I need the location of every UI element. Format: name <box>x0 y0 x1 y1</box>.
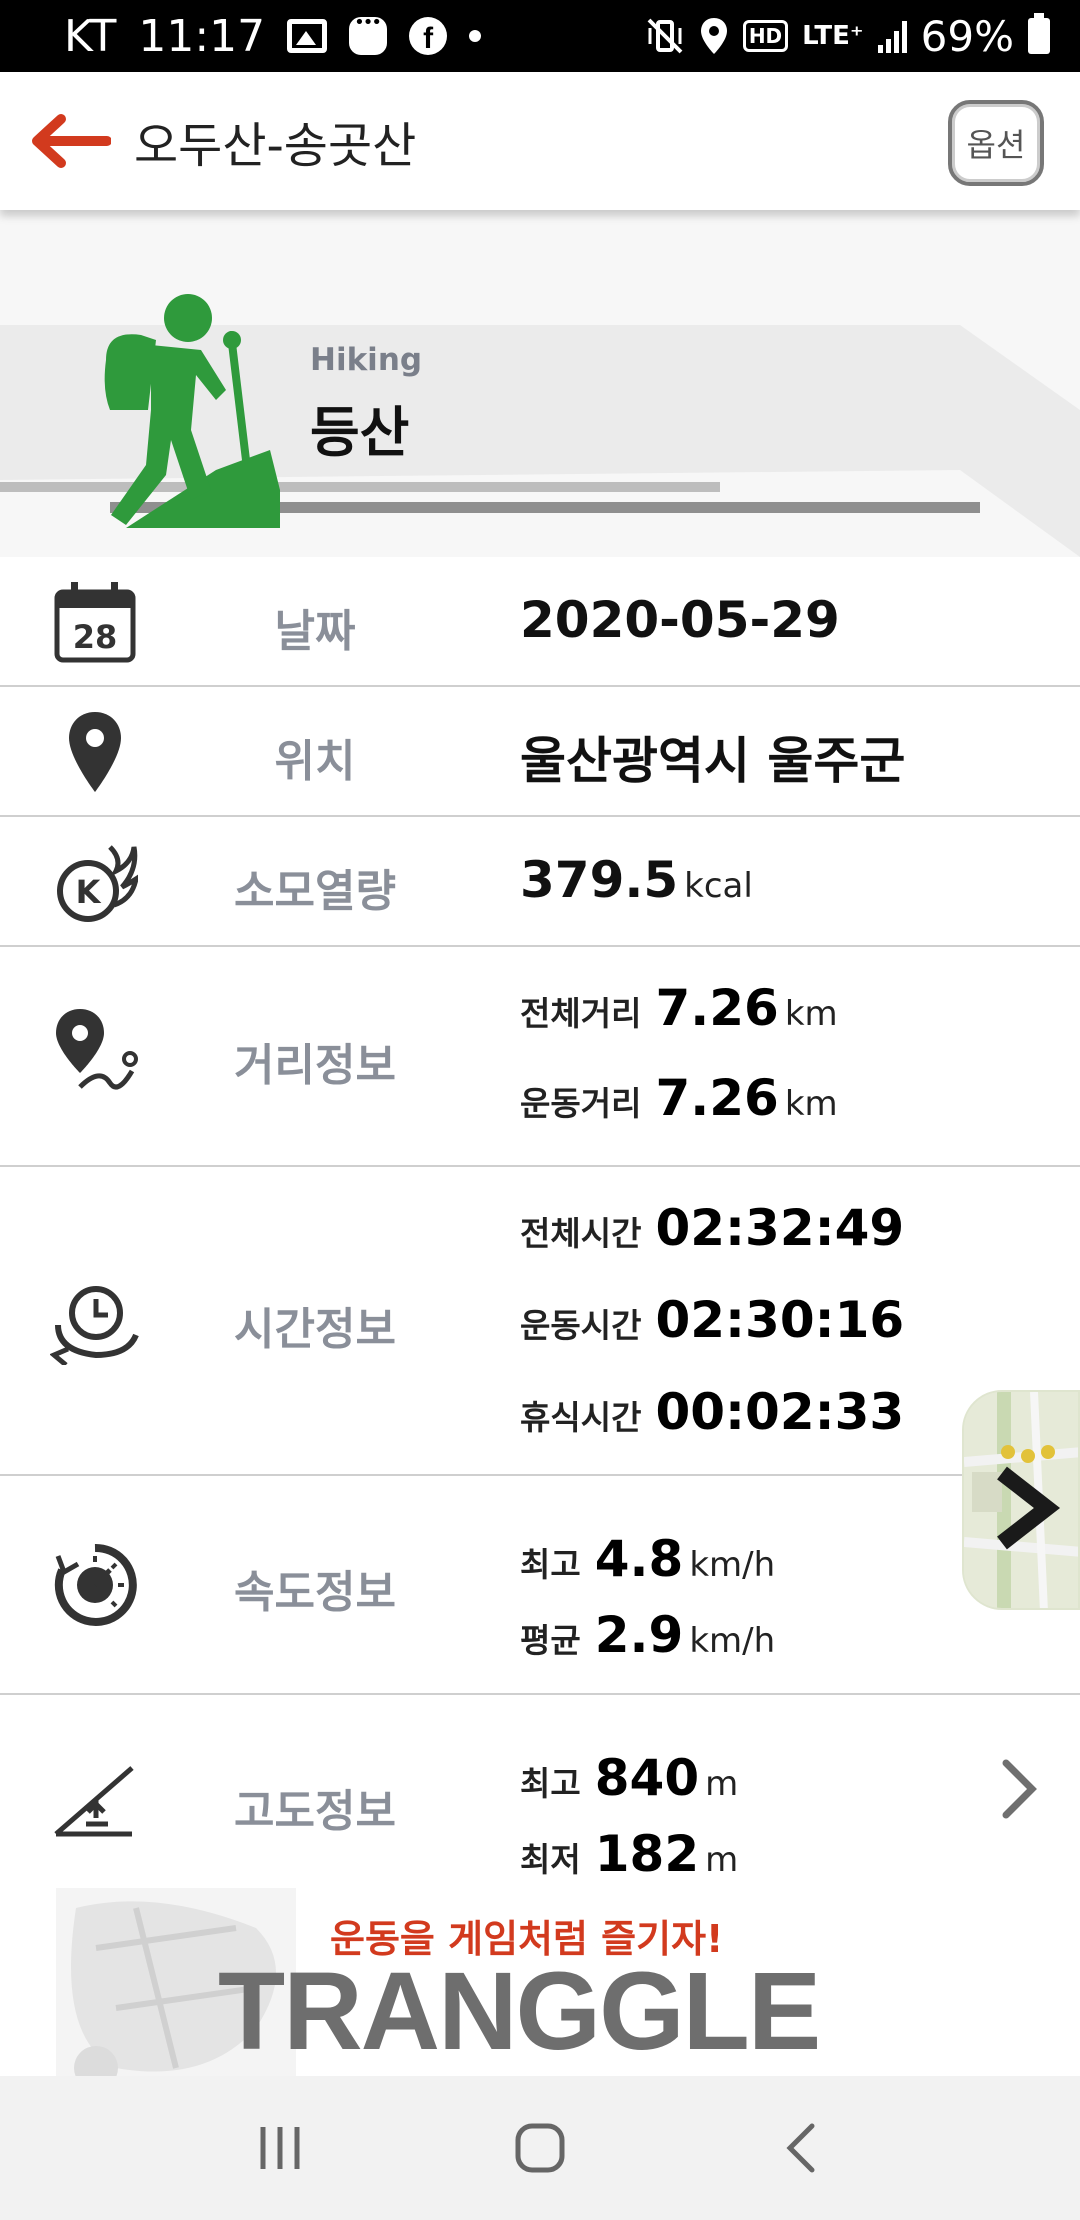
page-title: 오두산-송곳산 <box>134 118 417 174</box>
altitude-icon <box>50 1757 140 1847</box>
activity-type-english: Hiking <box>310 342 423 378</box>
calories-value: 379.5 <box>520 851 679 909</box>
calendar-day-text: 28 <box>73 618 118 656</box>
calories-value-group: 379.5 kcal <box>520 851 753 909</box>
moving-distance-unit: km <box>784 1084 838 1124</box>
max-speed-value: 4.8 <box>594 1530 684 1588</box>
status-left: KT 11:17 f <box>64 10 482 62</box>
min-altitude-line: 최저 182 m <box>520 1825 738 1883</box>
gallery-notification-icon <box>287 19 328 53</box>
status-right: HD LTE⁺ 69% <box>645 12 1050 61</box>
max-speed-label: 최고 <box>520 1545 581 1584</box>
speed-label: 속도정보 <box>234 1567 396 1618</box>
recent-apps-icon <box>260 2127 300 2169</box>
total-distance-value: 7.26 <box>655 979 779 1037</box>
banner-brand-logo: TRANGGLE <box>218 1950 821 2073</box>
calories-unit: kcal <box>684 866 753 906</box>
total-time-label: 전체시간 <box>520 1214 642 1253</box>
min-altitude-value: 182 <box>594 1825 700 1883</box>
info-row-time: 시간정보 전체시간 02:32:49 운동시간 02:30:16 휴식시간 00:02… <box>0 1167 1080 1476</box>
screen: KT 11:17 f HD LTE⁺ 69% 오두산-송곳산 옵션 <box>0 0 1080 2220</box>
chevron-right-icon[interactable] <box>1000 1757 1040 1836</box>
max-speed-line: 최고 4.8 km/h <box>520 1530 775 1588</box>
moving-time-label: 운동시간 <box>520 1306 642 1345</box>
app-header: 오두산-송곳산 옵션 <box>0 72 1080 210</box>
max-altitude-unit: m <box>705 1764 739 1804</box>
moving-time-line: 운동시간 02:30:16 <box>520 1291 904 1349</box>
total-distance-label: 전체거리 <box>520 994 642 1033</box>
total-distance-unit: km <box>784 994 838 1034</box>
info-row-location: 위치 울산광역시 울주군 <box>0 687 1080 817</box>
hd-voice-icon: HD <box>742 20 789 52</box>
options-button[interactable]: 옵션 <box>948 100 1044 186</box>
total-time-line: 전체시간 02:32:49 <box>520 1199 904 1257</box>
battery-percent-text: 69% <box>920 11 1014 61</box>
info-row-distance: 거리정보 전체거리 7.26 km 운동거리 7.26 km <box>0 947 1080 1167</box>
activity-hero: Hiking 등산 <box>0 210 1080 557</box>
rest-time-label: 휴식시간 <box>520 1398 642 1437</box>
location-label: 위치 <box>274 736 356 787</box>
map-expand-arrow-icon[interactable] <box>992 1460 1062 1577</box>
clock-text: 11:17 <box>138 10 266 62</box>
facebook-notification-icon: f <box>409 17 448 55</box>
info-row-speed[interactable]: 속도정보 최고 4.8 km/h 평균 2.9 km/h <box>0 1476 1080 1695</box>
location-pin-icon <box>50 707 140 797</box>
max-altitude-label: 최고 <box>520 1764 581 1803</box>
info-row-date: 28 날짜 2020-05-29 <box>0 557 1080 687</box>
total-distance-line: 전체거리 7.26 km <box>520 979 838 1037</box>
route-pin-icon <box>50 1007 140 1097</box>
carrier-text: KT <box>64 10 117 62</box>
max-altitude-value: 840 <box>594 1749 700 1807</box>
total-time-value: 02:32:49 <box>655 1199 905 1257</box>
rest-time-value: 00:02:33 <box>655 1383 905 1441</box>
back-button[interactable] <box>14 72 124 210</box>
moving-distance-label: 운동거리 <box>520 1084 642 1123</box>
max-speed-unit: km/h <box>689 1545 776 1585</box>
moving-time-value: 02:30:16 <box>655 1291 905 1349</box>
battery-icon <box>1028 13 1050 54</box>
moving-distance-value: 7.26 <box>655 1069 779 1127</box>
signal-strength-icon <box>877 19 907 53</box>
max-altitude-line: 최고 840 m <box>520 1749 738 1807</box>
info-row-calories: K 소모열량 379.5 kcal <box>0 817 1080 947</box>
vibrate-mute-icon <box>647 18 683 54</box>
date-value: 2020-05-29 <box>520 591 840 649</box>
more-notifications-dot-icon <box>469 30 482 42</box>
status-bar: KT 11:17 f HD LTE⁺ 69% <box>0 0 1080 72</box>
info-row-altitude[interactable]: 고도정보 최고 840 m 최저 182 m <box>0 1695 1080 1883</box>
calorie-flame-icon: K <box>50 837 140 927</box>
network-type-text: LTE⁺ <box>802 21 864 51</box>
clock-icon <box>50 1277 140 1367</box>
promo-banner[interactable]: 운동을 게임처럼 즐기자! TRANGGLE <box>0 1880 1080 2076</box>
location-status-icon <box>700 18 727 54</box>
avg-speed-unit: km/h <box>689 1621 776 1661</box>
min-altitude-label: 최저 <box>520 1840 581 1879</box>
back-arrow-icon <box>32 114 111 168</box>
home-button[interactable] <box>490 2098 590 2198</box>
altitude-label: 고도정보 <box>234 1786 396 1837</box>
activity-type-title: 등산 <box>310 401 410 464</box>
speedometer-icon <box>50 1540 140 1630</box>
home-icon <box>515 2123 565 2173</box>
date-label: 날짜 <box>274 606 356 657</box>
avg-speed-label: 평균 <box>520 1621 581 1660</box>
min-altitude-unit: m <box>705 1840 739 1880</box>
calories-label: 소모열량 <box>234 866 396 917</box>
calendar-icon: 28 <box>50 577 140 667</box>
hiker-icon <box>104 294 280 528</box>
recent-apps-button[interactable] <box>230 2098 330 2198</box>
message-notification-icon <box>349 12 388 55</box>
system-back-button[interactable] <box>750 2098 850 2198</box>
svg-text:K: K <box>76 873 102 911</box>
system-navigation-bar <box>0 2076 1080 2220</box>
time-label: 시간정보 <box>234 1304 396 1355</box>
rest-time-line: 휴식시간 00:02:33 <box>520 1383 904 1441</box>
moving-distance-line: 운동거리 7.26 km <box>520 1069 838 1127</box>
system-back-icon <box>786 2123 815 2173</box>
distance-label: 거리정보 <box>234 1040 396 1091</box>
location-value: 울산광역시 울주군 <box>520 732 906 790</box>
avg-speed-line: 평균 2.9 km/h <box>520 1606 775 1664</box>
avg-speed-value: 2.9 <box>594 1606 684 1664</box>
